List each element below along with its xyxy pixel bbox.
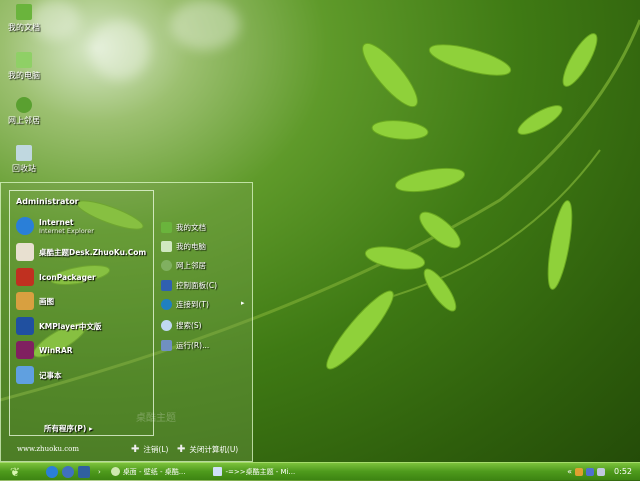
tray-app-icon[interactable]: [575, 467, 584, 476]
menu-label: 连接到(T): [176, 300, 209, 309]
logoff-icon: ✚: [131, 444, 140, 455]
desktop-icon-network[interactable]: 网上邻居: [4, 97, 44, 126]
menu-label: 运行(R)...: [176, 341, 210, 350]
logoff-button[interactable]: ✚ 注销(L): [131, 444, 168, 455]
globe-icon: [16, 97, 32, 113]
program-notepad[interactable]: 记事本: [16, 366, 62, 384]
quicklaunch-desktop-icon[interactable]: [78, 465, 90, 478]
task-label: 桌面 - 壁纸 - 桌酷...: [122, 467, 186, 476]
program-internet-explorer[interactable]: Internet Internet Explorer: [16, 217, 94, 235]
program-winrar[interactable]: WinRAR: [16, 341, 73, 359]
program-kmplayer[interactable]: KMPlayer中文版: [16, 317, 101, 335]
all-programs-label: 所有程序(P): [44, 424, 87, 433]
watermark: 桌酷主题: [136, 413, 176, 424]
shutdown-button[interactable]: ✚ 关闭计算机(U): [177, 444, 238, 455]
website-link: www.zhuoku.com: [17, 445, 80, 453]
tray-volume-icon[interactable]: [597, 467, 606, 476]
desktop-icon-label: 回收站: [12, 164, 36, 173]
ie-icon: [16, 217, 34, 235]
tray-network-icon[interactable]: [586, 467, 595, 476]
system-tray: « 0:52: [567, 467, 640, 476]
menu-network[interactable]: 网上邻居: [161, 260, 206, 271]
program-label: WinRAR: [39, 345, 73, 355]
menu-label: 我的电脑: [176, 242, 206, 251]
quicklaunch-media-icon[interactable]: [62, 465, 74, 478]
run-icon: [161, 340, 172, 351]
program-label: Internet: [39, 217, 74, 227]
quicklaunch-expand-icon[interactable]: ›: [98, 468, 101, 476]
tray-expand-icon[interactable]: «: [567, 467, 572, 476]
program-zhuoku-theme[interactable]: 桌酷主题Desk.ZhuoKu.Com: [16, 243, 146, 261]
taskbar-task-browser[interactable]: 桌面 - 壁纸 - 桌酷...: [110, 467, 186, 477]
folder-icon: [16, 4, 32, 20]
start-menu: Administrator Internet Internet Explorer …: [0, 182, 253, 462]
search-icon: [161, 320, 172, 331]
menu-label: 控制面板(C): [176, 281, 218, 290]
menu-my-computer[interactable]: 我的电脑: [161, 241, 206, 252]
globe-icon: [161, 260, 172, 271]
shutdown-label: 关闭计算机(U): [189, 445, 239, 454]
logoff-label: 注销(L): [143, 445, 169, 454]
paint-icon: [16, 292, 34, 310]
program-label: 桌酷主题Desk.ZhuoKu.Com: [39, 247, 147, 257]
clock[interactable]: 0:52: [614, 467, 632, 476]
menu-connect-to[interactable]: 连接到(T): [161, 299, 209, 310]
all-programs-button[interactable]: 所有程序(P) ▸: [44, 423, 93, 434]
recycle-bin-icon: [16, 145, 32, 161]
leaf-logo-icon: ❦: [9, 464, 21, 479]
program-label: KMPlayer中文版: [39, 321, 102, 331]
desktop-icon-my-computer[interactable]: 我的电脑: [4, 52, 44, 81]
winrar-icon: [16, 341, 34, 359]
notepad-icon: [16, 366, 34, 384]
programs-panel: Administrator Internet Internet Explorer …: [9, 190, 154, 436]
home-icon: [161, 241, 172, 252]
submenu-arrow-icon: ▸: [241, 299, 245, 307]
shutdown-icon: ✚: [177, 444, 186, 455]
home-icon: [16, 52, 32, 68]
menu-label: 网上邻居: [176, 261, 206, 270]
connect-icon: [161, 299, 172, 310]
menu-my-documents[interactable]: 我的文档: [161, 222, 206, 233]
desktop-icon-label: 网上邻居: [8, 116, 40, 125]
program-label: 画图: [39, 296, 54, 306]
kmplayer-icon: [16, 317, 34, 335]
menu-search[interactable]: 搜索(S): [161, 320, 202, 331]
desktop-icon-my-documents[interactable]: 我的文档: [4, 4, 44, 33]
user-name: Administrator: [16, 197, 79, 206]
program-label: 记事本: [39, 370, 62, 380]
arrow-right-icon: ▸: [88, 424, 93, 433]
program-sublabel: Internet Explorer: [39, 226, 94, 235]
program-label: IconPackager: [39, 272, 96, 282]
quicklaunch-ie-icon[interactable]: [46, 465, 58, 478]
start-button[interactable]: ❦: [0, 463, 30, 481]
theme-icon: [16, 243, 34, 261]
menu-control-panel[interactable]: 控制面板(C): [161, 280, 217, 291]
menu-run[interactable]: 运行(R)...: [161, 340, 209, 351]
task-label: -=>>桌酷主题 - Mi...: [225, 467, 296, 476]
taskbar: ❦ › 桌面 - 壁纸 - 桌酷... -=>>桌酷主题 - Mi... « 0…: [0, 462, 640, 480]
folder-icon: [161, 222, 172, 233]
control-panel-icon: [161, 280, 172, 291]
menu-label: 我的文档: [176, 223, 206, 232]
program-paint[interactable]: 画图: [16, 292, 54, 310]
desktop-icon-recycle-bin[interactable]: 回收站: [4, 145, 44, 174]
iconpackager-icon: [16, 268, 34, 286]
desktop-icon-label: 我的文档: [8, 23, 40, 32]
document-icon: [213, 467, 223, 476]
menu-label: 搜索(S): [176, 321, 202, 330]
desktop-icon-label: 我的电脑: [8, 71, 40, 80]
program-iconpackager[interactable]: IconPackager: [16, 268, 96, 286]
browser-icon: [110, 467, 120, 476]
taskbar-task-document[interactable]: -=>>桌酷主题 - Mi...: [213, 467, 295, 477]
